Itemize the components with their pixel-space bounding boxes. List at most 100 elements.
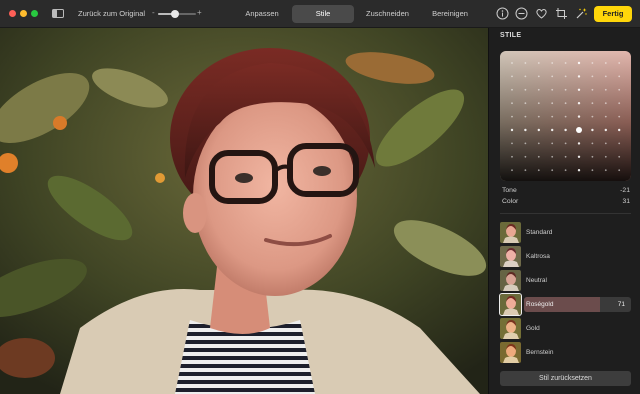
color-value: 31 bbox=[622, 198, 630, 205]
style-pad-dot bbox=[524, 75, 527, 78]
style-pad-dot bbox=[564, 155, 567, 158]
style-pad-dot bbox=[604, 155, 607, 158]
style-pad-selected-point bbox=[576, 127, 582, 133]
done-button[interactable]: Fertig bbox=[594, 6, 632, 22]
zoom-slider[interactable] bbox=[158, 10, 196, 18]
tab-zuschneiden[interactable]: Zuschneiden bbox=[354, 5, 418, 23]
style-presets: Standard Kaltrosa Neutral Roségold 71 Go… bbox=[499, 221, 631, 365]
toolbar: Zurück zum Original - + Anpassen Stile Z… bbox=[0, 0, 640, 28]
style-pad-dot bbox=[591, 155, 594, 158]
tab-bereinigen[interactable]: Bereinigen bbox=[418, 5, 482, 23]
reset-style-button[interactable]: Stil zurücksetzen bbox=[500, 371, 631, 386]
style-pad-dot bbox=[511, 75, 513, 78]
style-pad-dot bbox=[577, 75, 581, 78]
color-label: Color bbox=[502, 198, 519, 205]
portrait-photo bbox=[0, 28, 488, 394]
style-pad-dot bbox=[604, 62, 607, 64]
preset-intensity-value: 71 bbox=[617, 301, 625, 308]
style-pad-dot bbox=[618, 75, 621, 78]
preset-gold[interactable]: Gold bbox=[500, 317, 631, 341]
preset-thumbnail bbox=[500, 246, 521, 267]
divider bbox=[500, 213, 631, 214]
tab-anpassen[interactable]: Anpassen bbox=[232, 5, 292, 23]
style-pad-dot bbox=[551, 115, 554, 118]
style-pad-dot bbox=[524, 155, 527, 158]
style-pad-dot bbox=[564, 75, 567, 78]
minus-circle-icon[interactable] bbox=[515, 7, 528, 20]
style-pad-dot bbox=[551, 128, 554, 132]
style-pad-dot bbox=[537, 88, 540, 91]
style-pad-dot bbox=[537, 169, 540, 172]
style-pad-dot bbox=[604, 115, 607, 118]
style-pad-dot bbox=[618, 62, 621, 64]
crop-rotate-icon[interactable] bbox=[555, 7, 568, 20]
style-pad-dot bbox=[591, 128, 594, 132]
style-pad-dot bbox=[591, 88, 594, 91]
zoom-slider-knob[interactable] bbox=[171, 10, 180, 18]
style-pad[interactable] bbox=[500, 51, 631, 181]
close-window-button[interactable] bbox=[9, 10, 16, 17]
sidebar-toggle-icon[interactable] bbox=[52, 9, 64, 18]
preset-kaltrosa[interactable]: Kaltrosa bbox=[500, 245, 631, 269]
style-pad-dot bbox=[537, 75, 540, 78]
panel-title: STILE bbox=[500, 32, 522, 39]
style-pad-dot bbox=[564, 115, 567, 118]
minimize-window-button[interactable] bbox=[20, 10, 27, 17]
style-pad-dot bbox=[591, 62, 594, 64]
style-pad-dot bbox=[551, 169, 554, 172]
preset-rosegold[interactable]: Roségold 71 bbox=[499, 293, 631, 317]
preset-label: Roségold bbox=[526, 301, 554, 308]
style-pad-dot bbox=[524, 142, 527, 145]
tone-label: Tone bbox=[502, 187, 517, 194]
revert-to-original-button[interactable]: Zurück zum Original bbox=[78, 9, 145, 18]
style-pad-dot bbox=[591, 169, 594, 172]
style-pad-dot bbox=[577, 88, 581, 91]
style-pad-dot bbox=[618, 128, 621, 132]
style-pad-dot bbox=[537, 155, 540, 158]
preset-neutral[interactable]: Neutral bbox=[500, 269, 631, 293]
style-pad-dot bbox=[564, 169, 567, 172]
tone-value: -21 bbox=[620, 187, 630, 194]
style-pad-dot bbox=[511, 102, 513, 105]
photo-canvas[interactable] bbox=[0, 28, 488, 394]
style-pad-dot bbox=[524, 128, 527, 132]
style-pad-dot bbox=[591, 142, 594, 145]
style-pad-dot bbox=[591, 75, 594, 78]
heart-icon[interactable] bbox=[535, 7, 548, 20]
zoom-in-button[interactable]: + bbox=[197, 8, 202, 17]
tab-stile[interactable]: Stile bbox=[292, 5, 354, 23]
style-pad-dot bbox=[511, 169, 513, 172]
style-pad-dot bbox=[551, 142, 554, 145]
style-pad-dot bbox=[564, 142, 567, 145]
style-pad-dot bbox=[604, 102, 607, 105]
style-pad-dot bbox=[604, 75, 607, 78]
style-pad-dot bbox=[551, 88, 554, 91]
style-pad-dot bbox=[618, 88, 621, 91]
zoom-window-button[interactable] bbox=[31, 10, 38, 17]
preset-label: Bernstein bbox=[526, 349, 554, 356]
preset-thumbnail bbox=[499, 293, 522, 316]
style-pad-dot bbox=[551, 155, 554, 158]
style-pad-dot bbox=[564, 88, 567, 91]
preset-intensity-slider[interactable]: Roségold 71 bbox=[524, 297, 631, 312]
style-pad-dot bbox=[537, 102, 540, 105]
preset-standard[interactable]: Standard bbox=[500, 221, 631, 245]
style-pad-dot bbox=[551, 62, 554, 64]
style-pad-dot bbox=[511, 88, 513, 91]
magic-wand-icon[interactable] bbox=[575, 7, 588, 20]
style-pad-dot bbox=[551, 75, 554, 78]
style-pad-dot bbox=[604, 142, 607, 145]
info-icon[interactable] bbox=[496, 7, 509, 20]
style-pad-dot bbox=[577, 169, 581, 172]
zoom-out-button[interactable]: - bbox=[152, 8, 155, 17]
preset-thumbnail bbox=[500, 318, 521, 339]
preset-label: Kaltrosa bbox=[526, 253, 550, 260]
preset-thumbnail bbox=[500, 222, 521, 243]
style-pad-dot bbox=[577, 102, 581, 105]
style-pad-dot bbox=[537, 142, 540, 145]
style-pad-dot bbox=[524, 102, 527, 105]
style-pad-dot bbox=[537, 115, 540, 118]
preset-bernstein[interactable]: Bernstein bbox=[500, 341, 631, 365]
style-pad-dot bbox=[577, 115, 581, 118]
style-pad-grid bbox=[500, 51, 631, 181]
